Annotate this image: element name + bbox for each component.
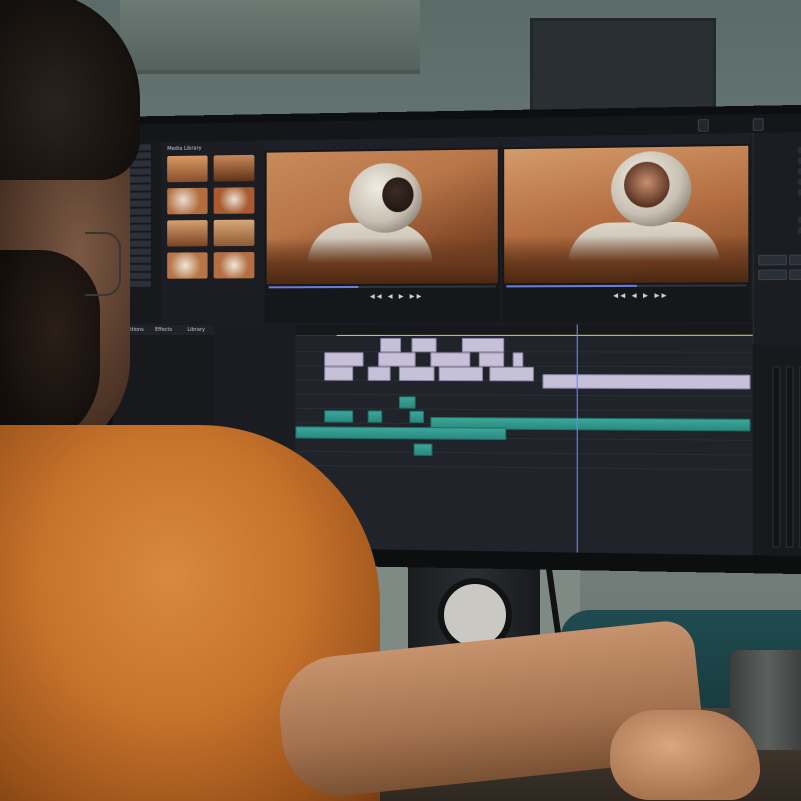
property-button[interactable] — [789, 254, 801, 266]
track-header[interactable] — [218, 379, 292, 393]
program-transport-controls[interactable]: ◀◀ ◀ ▶ ▶▶ — [613, 292, 669, 299]
media-thumbnail[interactable] — [167, 220, 208, 247]
program-video-frame[interactable] — [504, 145, 749, 284]
property-button[interactable] — [758, 254, 787, 266]
property-row[interactable] — [758, 216, 801, 224]
audio-clip[interactable] — [324, 410, 354, 423]
source-transport: ◀◀ ◀ ▶ ▶▶ — [269, 290, 496, 305]
timeline-lane — [295, 450, 753, 471]
video-clip[interactable] — [324, 366, 354, 381]
media-thumbnail[interactable] — [213, 251, 255, 279]
property-row[interactable] — [758, 157, 801, 165]
track-header[interactable] — [218, 351, 292, 365]
audio-clip[interactable] — [409, 410, 425, 424]
property-row[interactable] — [758, 167, 801, 175]
audio-meter — [772, 366, 781, 548]
property-button[interactable] — [789, 269, 801, 280]
program-scrubber[interactable] — [506, 284, 747, 288]
video-clip[interactable] — [378, 352, 416, 367]
source-viewer-bar — [264, 136, 500, 151]
program-transport: ◀◀ ◀ ▶ ▶▶ — [506, 289, 746, 304]
property-row[interactable] — [758, 189, 801, 196]
source-viewer: ◀◀ ◀ ▶ ▶▶ — [264, 136, 500, 323]
video-clip[interactable] — [380, 337, 402, 353]
media-library-title: Media Library — [167, 145, 202, 153]
playhead[interactable] — [576, 324, 578, 553]
audio-clip[interactable] — [398, 396, 416, 409]
source-transport-controls[interactable]: ◀◀ ◀ ▶ ▶▶ — [370, 293, 424, 300]
tab-effects[interactable]: Effects — [155, 327, 172, 333]
track-header[interactable] — [218, 365, 292, 379]
mars-rocks — [266, 236, 498, 285]
media-thumbnail[interactable] — [213, 154, 255, 182]
tab-library[interactable]: Library — [187, 327, 205, 333]
property-row[interactable] — [758, 227, 801, 234]
person-hand-on-mouse — [610, 710, 760, 800]
property-button[interactable] — [758, 269, 787, 281]
media-thumbnail[interactable] — [167, 155, 208, 183]
property-row[interactable] — [758, 178, 801, 186]
media-thumbnail[interactable] — [167, 187, 208, 215]
wall-picture-frame — [530, 18, 716, 119]
properties-panel — [752, 132, 801, 344]
helmet-visor — [382, 177, 414, 213]
track-header[interactable] — [218, 408, 292, 423]
video-clip[interactable] — [512, 352, 524, 367]
photo-scene: Media Library ◀◀ ◀ ▶ ▶▶ ◀◀ ◀ ▶ ▶▶ Transi… — [0, 0, 801, 801]
person-glasses — [85, 232, 121, 296]
video-clip[interactable] — [367, 366, 391, 381]
video-clip[interactable] — [438, 366, 483, 382]
mars-rocks — [504, 235, 749, 284]
timeline-work-area — [336, 334, 753, 336]
media-thumbnail[interactable] — [213, 187, 255, 214]
program-viewer: ◀◀ ◀ ▶ ▶▶ — [502, 133, 751, 323]
track-header[interactable] — [218, 337, 292, 351]
video-clip[interactable] — [411, 337, 437, 353]
video-clip[interactable] — [398, 366, 435, 382]
video-clip[interactable] — [542, 374, 751, 390]
media-thumbnail[interactable] — [167, 252, 208, 279]
video-clip[interactable] — [324, 352, 364, 367]
helmet-visor — [624, 161, 670, 208]
track-header[interactable] — [218, 393, 292, 408]
timeline[interactable] — [295, 324, 753, 556]
property-row[interactable] — [758, 146, 801, 154]
mode-button-1[interactable] — [697, 119, 709, 132]
mode-button-2[interactable] — [752, 118, 764, 131]
audio-meter — [785, 366, 794, 548]
video-clip[interactable] — [461, 337, 505, 353]
audio-clip[interactable] — [295, 426, 507, 441]
audio-meters — [752, 345, 801, 557]
media-library: Media Library — [161, 140, 263, 323]
video-clip[interactable] — [478, 352, 505, 367]
video-clip[interactable] — [430, 352, 471, 367]
source-video-frame[interactable] — [266, 149, 498, 285]
wall-shelf — [120, 0, 420, 74]
audio-clip[interactable] — [367, 410, 383, 423]
video-clip[interactable] — [489, 366, 534, 382]
audio-clip[interactable] — [413, 443, 433, 456]
media-thumbnail[interactable] — [213, 219, 255, 247]
source-scrubber[interactable] — [268, 285, 496, 289]
